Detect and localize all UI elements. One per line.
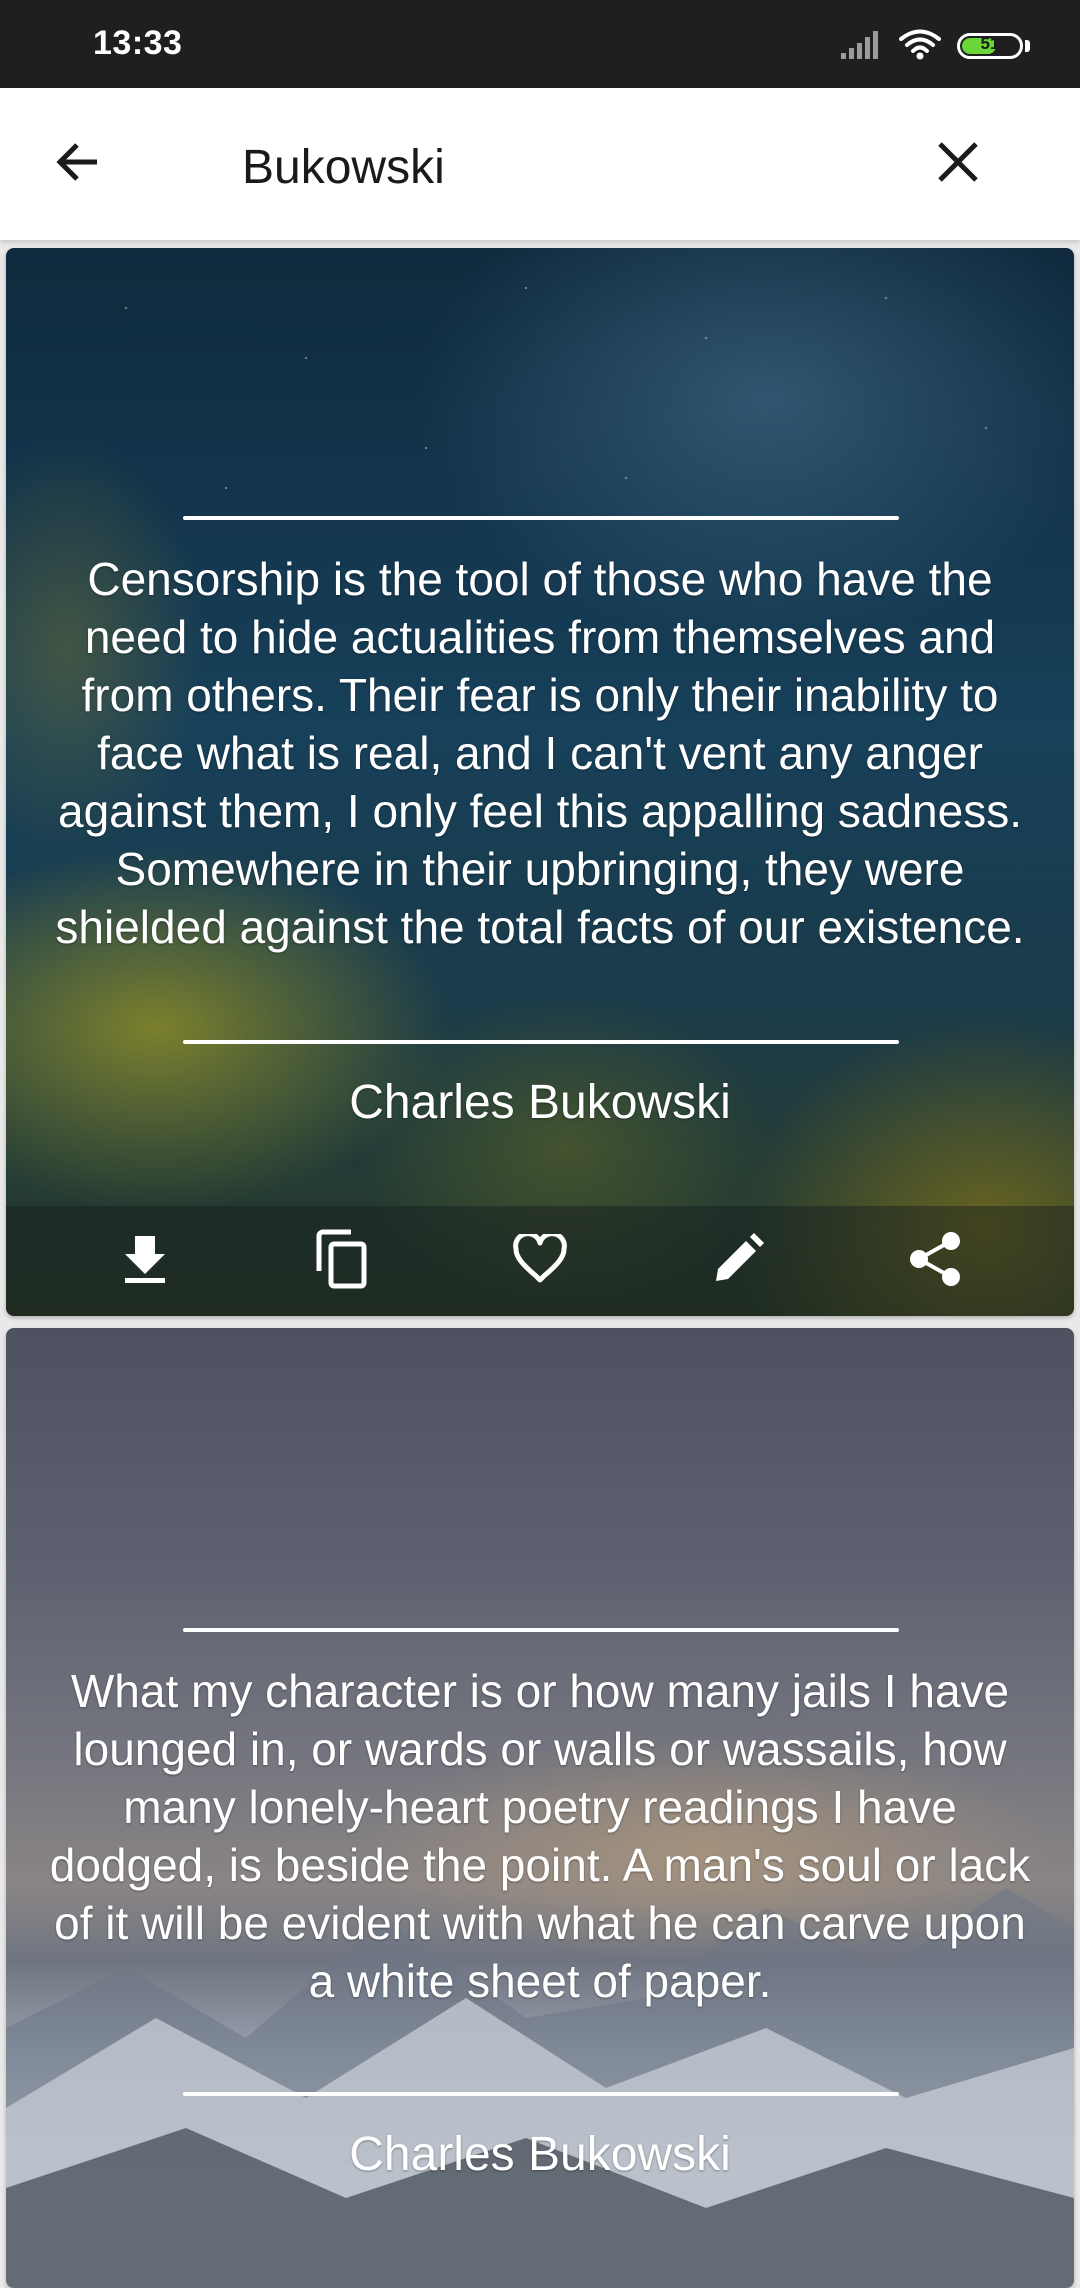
- arrow-left-icon: [53, 137, 103, 192]
- quote-divider-bottom: [183, 1040, 899, 1044]
- status-icons: 51: [839, 26, 1030, 66]
- quote-card[interactable]: Censorship is the tool of those who have…: [6, 248, 1074, 1316]
- quote-card[interactable]: What my character is or how many jails I…: [6, 1328, 1074, 2288]
- battery-tip: [1025, 40, 1030, 52]
- copy-icon: [315, 1229, 369, 1294]
- favorite-button[interactable]: [492, 1213, 588, 1309]
- quote-text: What my character is or how many jails I…: [49, 1665, 1031, 2007]
- clear-search-button[interactable]: [910, 116, 1006, 212]
- signal-icon: [839, 29, 883, 64]
- search-input[interactable]: [242, 132, 882, 202]
- battery-level: 51: [980, 34, 1000, 53]
- download-icon: [123, 1234, 167, 1289]
- quote-action-bar: [6, 1206, 1074, 1316]
- download-button[interactable]: [97, 1213, 193, 1309]
- quote-author: Charles Bukowski: [349, 1076, 731, 1129]
- battery-icon: 51: [957, 33, 1023, 59]
- close-icon: [935, 139, 981, 190]
- back-button[interactable]: [30, 116, 126, 212]
- copy-button[interactable]: [294, 1213, 390, 1309]
- edit-icon: [712, 1232, 764, 1290]
- quote-text: Censorship is the tool of those who have…: [55, 553, 1025, 953]
- quote-author: Charles Bukowski: [349, 2128, 731, 2181]
- search-app-bar: [0, 88, 1080, 240]
- status-time: 13:33: [93, 24, 183, 62]
- share-button[interactable]: [887, 1213, 983, 1309]
- wifi-icon: [899, 28, 941, 65]
- quote-divider-top: [183, 516, 899, 520]
- quote-divider-bottom: [183, 2092, 899, 2096]
- edit-button[interactable]: [690, 1213, 786, 1309]
- share-icon: [908, 1231, 962, 1292]
- heart-icon: [512, 1230, 568, 1289]
- quote-divider-top: [183, 1628, 899, 1632]
- status-bar: 13:33 51: [0, 0, 1080, 88]
